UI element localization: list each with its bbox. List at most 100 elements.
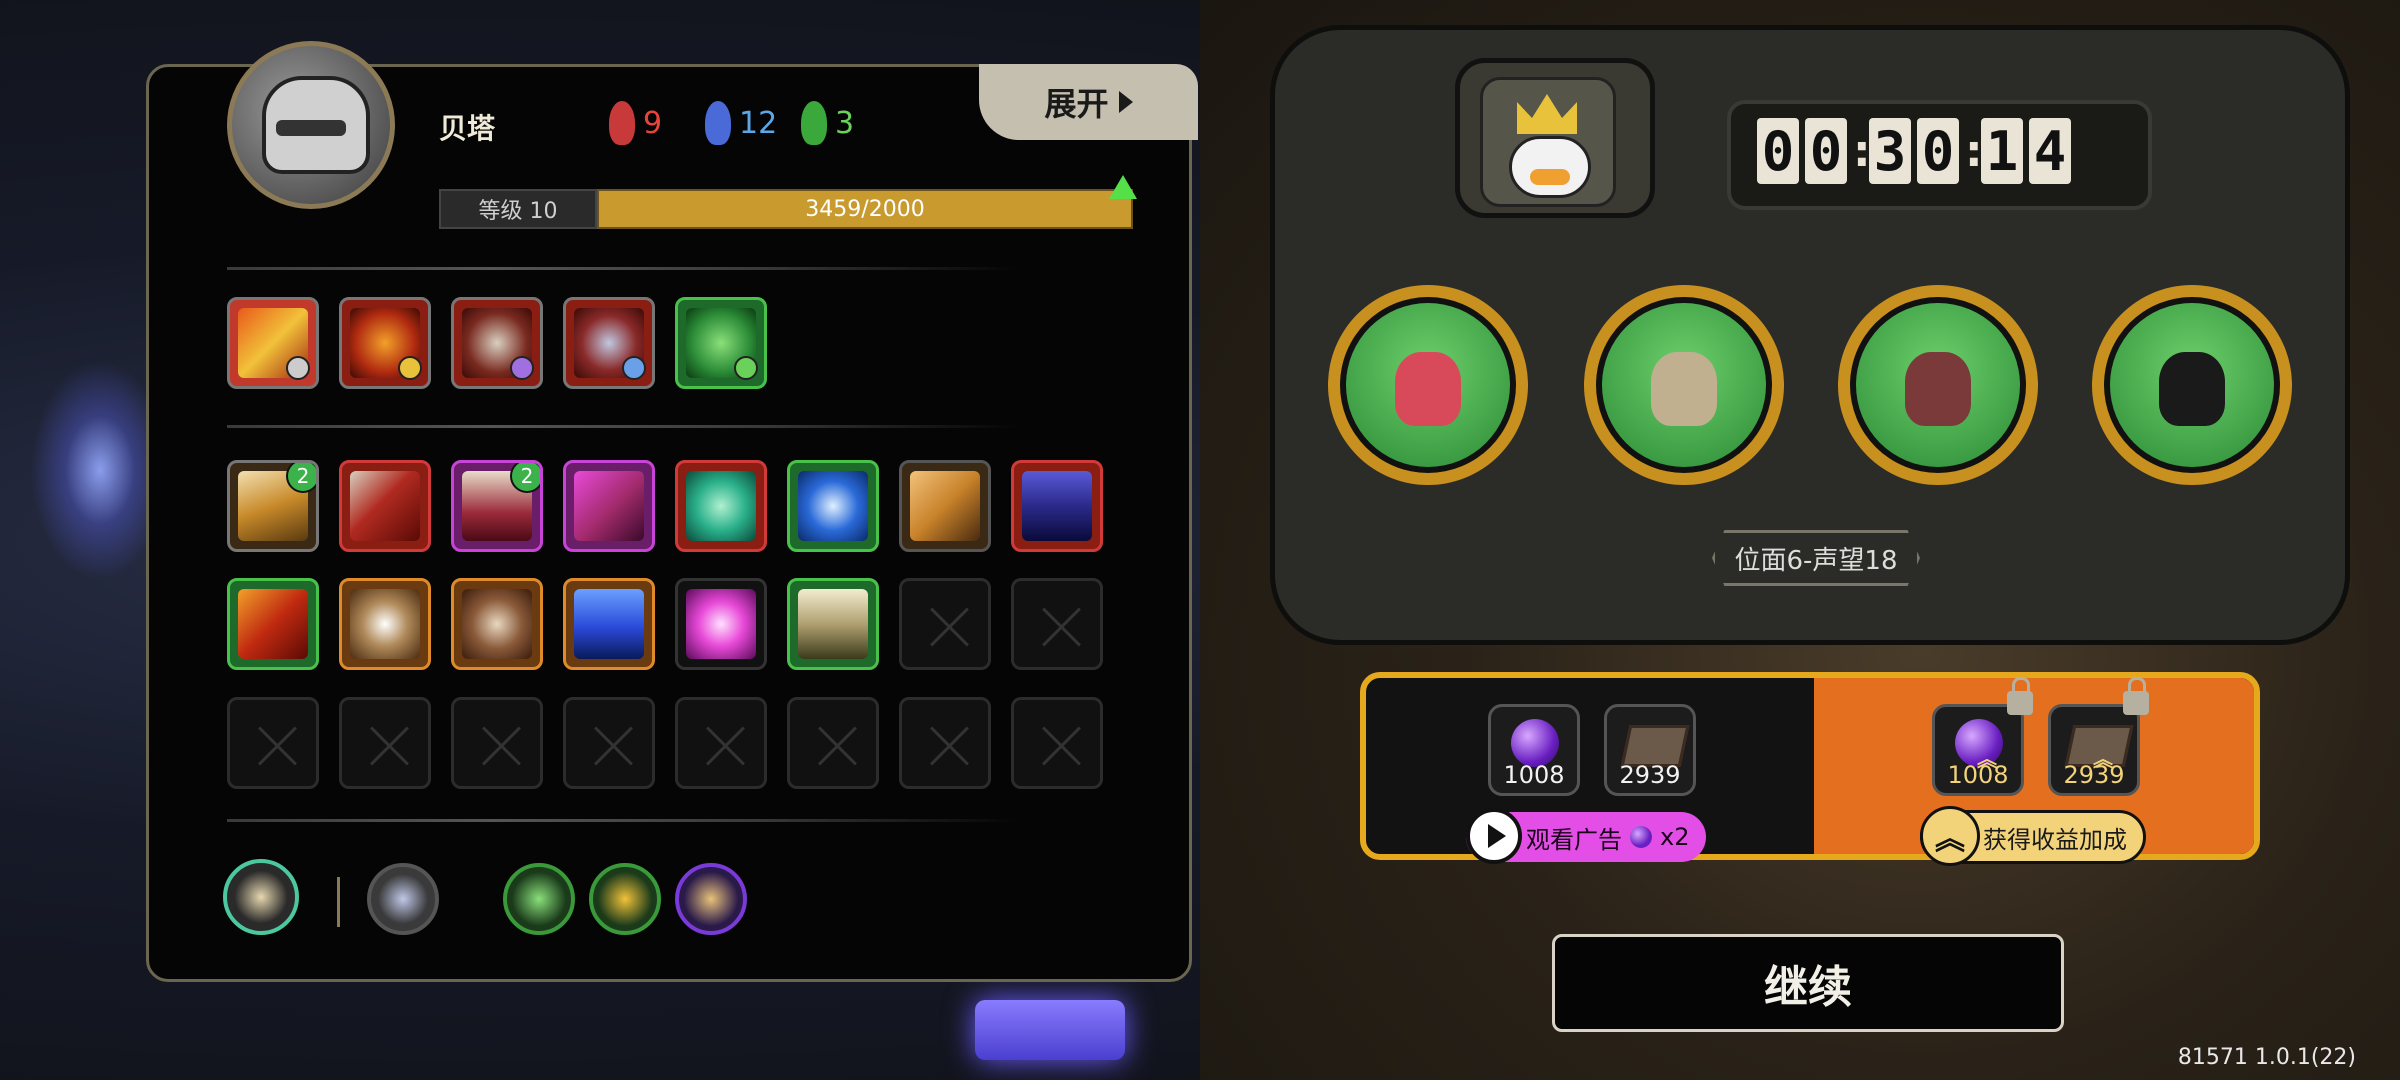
reward-qty: 2939 <box>1619 761 1681 789</box>
version-label: 81571 1.0.1(22) <box>2177 1045 2356 1070</box>
equip-slot-1[interactable] <box>227 297 319 389</box>
double-chevron-up-icon[interactable]: ︽ <box>1920 806 1980 866</box>
play-icon[interactable] <box>1466 808 1522 864</box>
hero-slot-3[interactable] <box>1838 285 2038 485</box>
skill-type-badge <box>510 356 534 380</box>
divider <box>227 267 1017 270</box>
hero-slot-1[interactable] <box>1328 285 1528 485</box>
boss-portrait-frame[interactable] <box>1455 58 1655 218</box>
empty-slot <box>1011 578 1103 670</box>
blue-shield-icon <box>574 589 644 659</box>
inventory-slot[interactable]: 2 <box>227 460 319 552</box>
axe-icon <box>350 471 420 541</box>
green-arrows-icon[interactable] <box>503 863 575 935</box>
robot-mask-icon <box>1651 352 1717 426</box>
reward-qty: 1008 <box>1503 761 1565 789</box>
gear-eye-icon <box>350 589 420 659</box>
crescent-moon-icon[interactable] <box>223 859 299 935</box>
stat-green: 3 <box>801 101 854 145</box>
inventory-slot[interactable] <box>451 578 543 670</box>
key-totem-icon[interactable] <box>367 863 439 935</box>
inventory-slot[interactable] <box>787 578 879 670</box>
divider <box>227 819 1017 822</box>
empty-slot <box>675 697 767 789</box>
timer-digit: 0 <box>1805 118 1847 184</box>
purple-gem-icon <box>1511 719 1559 767</box>
duck-boss-icon <box>1509 136 1591 198</box>
ad-multiplier: x2 <box>1660 823 1690 851</box>
skill-type-badge <box>622 356 646 380</box>
hero-slot-2[interactable] <box>1584 285 1784 485</box>
empty-slot <box>451 697 543 789</box>
inventory-slot[interactable]: 2 <box>451 460 543 552</box>
countdown-timer: 0 0 : 3 0 : 1 4 <box>1757 118 2071 184</box>
empty-slot <box>899 578 991 670</box>
equip-slot-5[interactable] <box>675 297 767 389</box>
reward-qty: 2939 <box>2063 761 2125 789</box>
timer-digit: 0 <box>1757 118 1799 184</box>
character-panel: 展开 贝塔 9 12 3 等级 10 3459/2000 2 2 <box>146 41 1198 982</box>
golden-strike-icon[interactable] <box>589 863 661 935</box>
timer-digit: 0 <box>1917 118 1959 184</box>
red-blade-icon <box>238 589 308 659</box>
inventory-slot[interactable] <box>1011 460 1103 552</box>
equip-slot-2[interactable] <box>339 297 431 389</box>
skill-type-badge <box>734 356 758 380</box>
equip-slot-3[interactable] <box>451 297 543 389</box>
stat-blue: 12 <box>705 101 777 145</box>
mushroom-cloud-icon <box>462 589 532 659</box>
xp-text: 3459/2000 <box>805 196 925 222</box>
inventory-slot[interactable] <box>563 578 655 670</box>
green-mask-icon <box>801 101 827 145</box>
skill-type-badge <box>398 356 422 380</box>
level-up-arrow-icon[interactable] <box>1109 175 1137 199</box>
lock-icon <box>2123 677 2149 715</box>
empty-slot <box>227 697 319 789</box>
continue-button[interactable]: 继续 <box>1552 934 2064 1032</box>
red-mask-icon <box>609 101 635 145</box>
reward-item: 2939 <box>1604 704 1696 796</box>
empty-slot <box>339 697 431 789</box>
inventory-slot[interactable] <box>899 460 991 552</box>
equip-slot-4[interactable] <box>563 297 655 389</box>
player-name: 贝塔 <box>439 112 496 145</box>
chain-path-icon <box>910 471 980 541</box>
divider <box>227 425 1017 428</box>
stat-red-value: 9 <box>643 105 663 141</box>
inventory-slot[interactable] <box>563 460 655 552</box>
purple-rune-icon[interactable] <box>675 863 747 935</box>
ribcage-icon <box>798 589 868 659</box>
empty-slot <box>899 697 991 789</box>
blue-burst-icon <box>798 471 868 541</box>
inventory-slot[interactable] <box>787 460 879 552</box>
timer-colon: : <box>1853 125 1871 177</box>
inventory-slot[interactable] <box>675 460 767 552</box>
hooded-figure-icon <box>1905 352 1971 426</box>
fly-creature-icon <box>1395 352 1461 426</box>
xp-bar: 3459/2000 <box>597 189 1133 229</box>
expand-label: 展开 <box>1044 85 1109 123</box>
crown-icon <box>1517 94 1577 134</box>
reward-qty: 1008 <box>1947 761 2009 789</box>
empty-slot <box>1011 697 1103 789</box>
purple-gem-icon <box>1630 826 1652 848</box>
inventory-slot[interactable] <box>339 578 431 670</box>
count-badge: 2 <box>286 463 316 493</box>
cat-mask-icon <box>1022 471 1092 541</box>
green-vortex-icon <box>686 471 756 541</box>
stat-blue-value: 12 <box>739 105 778 141</box>
realm-label: 位面6-声望18 <box>1712 530 1920 586</box>
inventory-slot[interactable] <box>227 578 319 670</box>
blue-mask-icon <box>705 101 731 145</box>
lock-icon <box>2007 677 2033 715</box>
boss-portrait <box>1480 77 1616 207</box>
pink-flame-icon <box>686 589 756 659</box>
expand-button[interactable]: 展开 <box>979 64 1198 140</box>
timer-digit: 4 <box>2029 118 2071 184</box>
inventory-slot[interactable] <box>675 578 767 670</box>
reward-item: 1008 <box>1488 704 1580 796</box>
hero-slot-4[interactable] <box>2092 285 2292 485</box>
inventory-slot[interactable] <box>339 460 431 552</box>
watch-ad-label: 观看广告 <box>1526 825 1622 854</box>
player-avatar[interactable] <box>227 41 395 209</box>
